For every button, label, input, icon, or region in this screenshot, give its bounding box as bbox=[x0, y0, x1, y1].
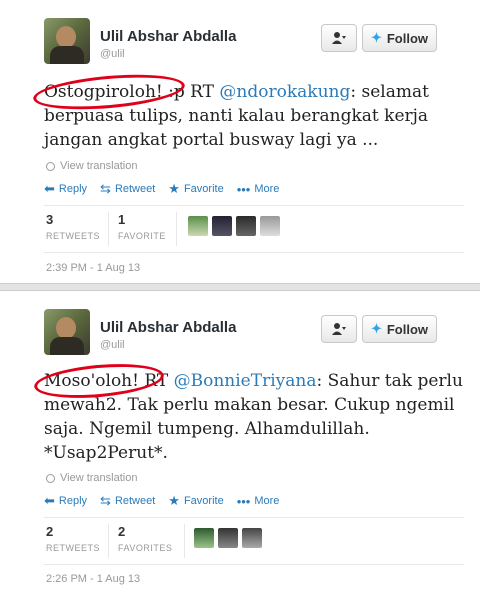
retweet-button[interactable]: ⇆ Retweet bbox=[100, 493, 155, 509]
timestamp[interactable]: 2:26 PM - 1 Aug 13 bbox=[46, 573, 140, 585]
favorite-label: Favorite bbox=[183, 183, 224, 195]
retweet-icon: ⇆ bbox=[100, 493, 111, 508]
view-translation-link[interactable]: View translation bbox=[46, 472, 137, 484]
avatar[interactable] bbox=[44, 309, 90, 355]
tweet-actions: ⬅ Reply ⇆ Retweet ★ Favorite ••• More bbox=[44, 493, 292, 509]
tweet-stats: 3 RETWEETS 1 FAVORITE bbox=[44, 205, 464, 253]
star-icon: ★ bbox=[168, 493, 180, 508]
view-translation-label: View translation bbox=[60, 472, 138, 484]
avatar[interactable] bbox=[194, 528, 214, 548]
avatar[interactable] bbox=[242, 528, 262, 548]
star-icon: ★ bbox=[168, 181, 180, 196]
user-actions-button[interactable] bbox=[321, 315, 357, 343]
follow-button[interactable]: ✦ Follow bbox=[362, 315, 437, 343]
user-dropdown-icon bbox=[332, 32, 346, 44]
follow-label: Follow bbox=[386, 30, 429, 46]
more-dots-icon: ••• bbox=[236, 493, 251, 509]
view-translation-label: View translation bbox=[60, 160, 138, 172]
favorite-button[interactable]: ★ Favorite bbox=[168, 493, 223, 509]
retweet-label: Retweet bbox=[114, 495, 156, 507]
tweet-stats: 2 RETWEETS 2 FAVORITES bbox=[44, 517, 464, 565]
mention-link[interactable]: @BonnieTriyana bbox=[174, 371, 317, 391]
reply-button[interactable]: ⬅ Reply bbox=[44, 493, 87, 509]
timestamp[interactable]: 2:39 PM - 1 Aug 13 bbox=[46, 262, 140, 274]
more-button[interactable]: ••• More bbox=[237, 182, 280, 197]
more-dots-icon: ••• bbox=[236, 181, 251, 197]
favorites-count[interactable]: 1 FAVORITE bbox=[118, 212, 166, 241]
tweet-text-lead: Moso'oloh! RT bbox=[44, 371, 174, 391]
view-translation-link[interactable]: View translation bbox=[46, 160, 137, 172]
reply-icon: ⬅ bbox=[44, 493, 55, 508]
follow-button[interactable]: ✦ Follow bbox=[362, 24, 437, 52]
favoriter-avatars bbox=[194, 528, 266, 548]
favorite-label: Favorite bbox=[183, 495, 224, 507]
tweet-text: Ostogpiroloh! :p RT @ndorokakung: selama… bbox=[44, 80, 464, 152]
retweets-count[interactable]: 3 RETWEETS bbox=[46, 212, 100, 241]
tweet-text-lead: Ostogpiroloh! :p RT bbox=[44, 82, 220, 102]
divider bbox=[0, 283, 480, 291]
user-dropdown-icon bbox=[332, 323, 346, 335]
retweet-label: Retweet bbox=[114, 183, 156, 195]
avatar[interactable] bbox=[236, 216, 256, 236]
more-label: More bbox=[254, 495, 280, 507]
retweet-icon: ⇆ bbox=[100, 181, 111, 196]
avatar[interactable] bbox=[44, 18, 90, 64]
globe-icon bbox=[46, 473, 55, 483]
avatar[interactable] bbox=[212, 216, 232, 236]
mention-link[interactable]: @ndorokakung bbox=[219, 82, 350, 102]
more-button[interactable]: ••• More bbox=[237, 494, 280, 509]
retweets-count[interactable]: 2 RETWEETS bbox=[46, 524, 100, 553]
reply-icon: ⬅ bbox=[44, 181, 55, 196]
tweet-actions: ⬅ Reply ⇆ Retweet ★ Favorite ••• More bbox=[44, 181, 292, 197]
avatar[interactable] bbox=[260, 216, 280, 236]
user-fullname[interactable]: Ulil Abshar Abdalla bbox=[100, 28, 236, 45]
twitter-bird-icon: ✦ bbox=[370, 321, 382, 336]
more-label: More bbox=[254, 183, 280, 195]
avatar[interactable] bbox=[218, 528, 238, 548]
reply-button[interactable]: ⬅ Reply bbox=[44, 181, 87, 197]
reply-label: Reply bbox=[58, 495, 88, 507]
reply-label: Reply bbox=[58, 183, 88, 195]
favorite-button[interactable]: ★ Favorite bbox=[168, 181, 223, 197]
retweet-button[interactable]: ⇆ Retweet bbox=[100, 181, 155, 197]
follow-label: Follow bbox=[386, 321, 429, 337]
avatar[interactable] bbox=[188, 216, 208, 236]
globe-icon bbox=[46, 161, 55, 171]
favorites-count[interactable]: 2 FAVORITES bbox=[118, 524, 172, 553]
user-handle[interactable]: @ulil bbox=[100, 48, 125, 60]
tweet-text: Moso'oloh! RT @BonnieTriyana: Sahur tak … bbox=[44, 369, 464, 465]
user-fullname[interactable]: Ulil Abshar Abdalla bbox=[100, 319, 236, 336]
user-handle[interactable]: @ulil bbox=[100, 339, 125, 351]
user-actions-button[interactable] bbox=[321, 24, 357, 52]
twitter-bird-icon: ✦ bbox=[370, 30, 382, 45]
tweet-card: Ulil Abshar Abdalla @ulil ✦ Follow Moso'… bbox=[0, 291, 480, 611]
favoriter-avatars bbox=[188, 216, 284, 236]
tweet-card: Ulil Abshar Abdalla @ulil ✦ Follow Ostog… bbox=[0, 0, 480, 283]
